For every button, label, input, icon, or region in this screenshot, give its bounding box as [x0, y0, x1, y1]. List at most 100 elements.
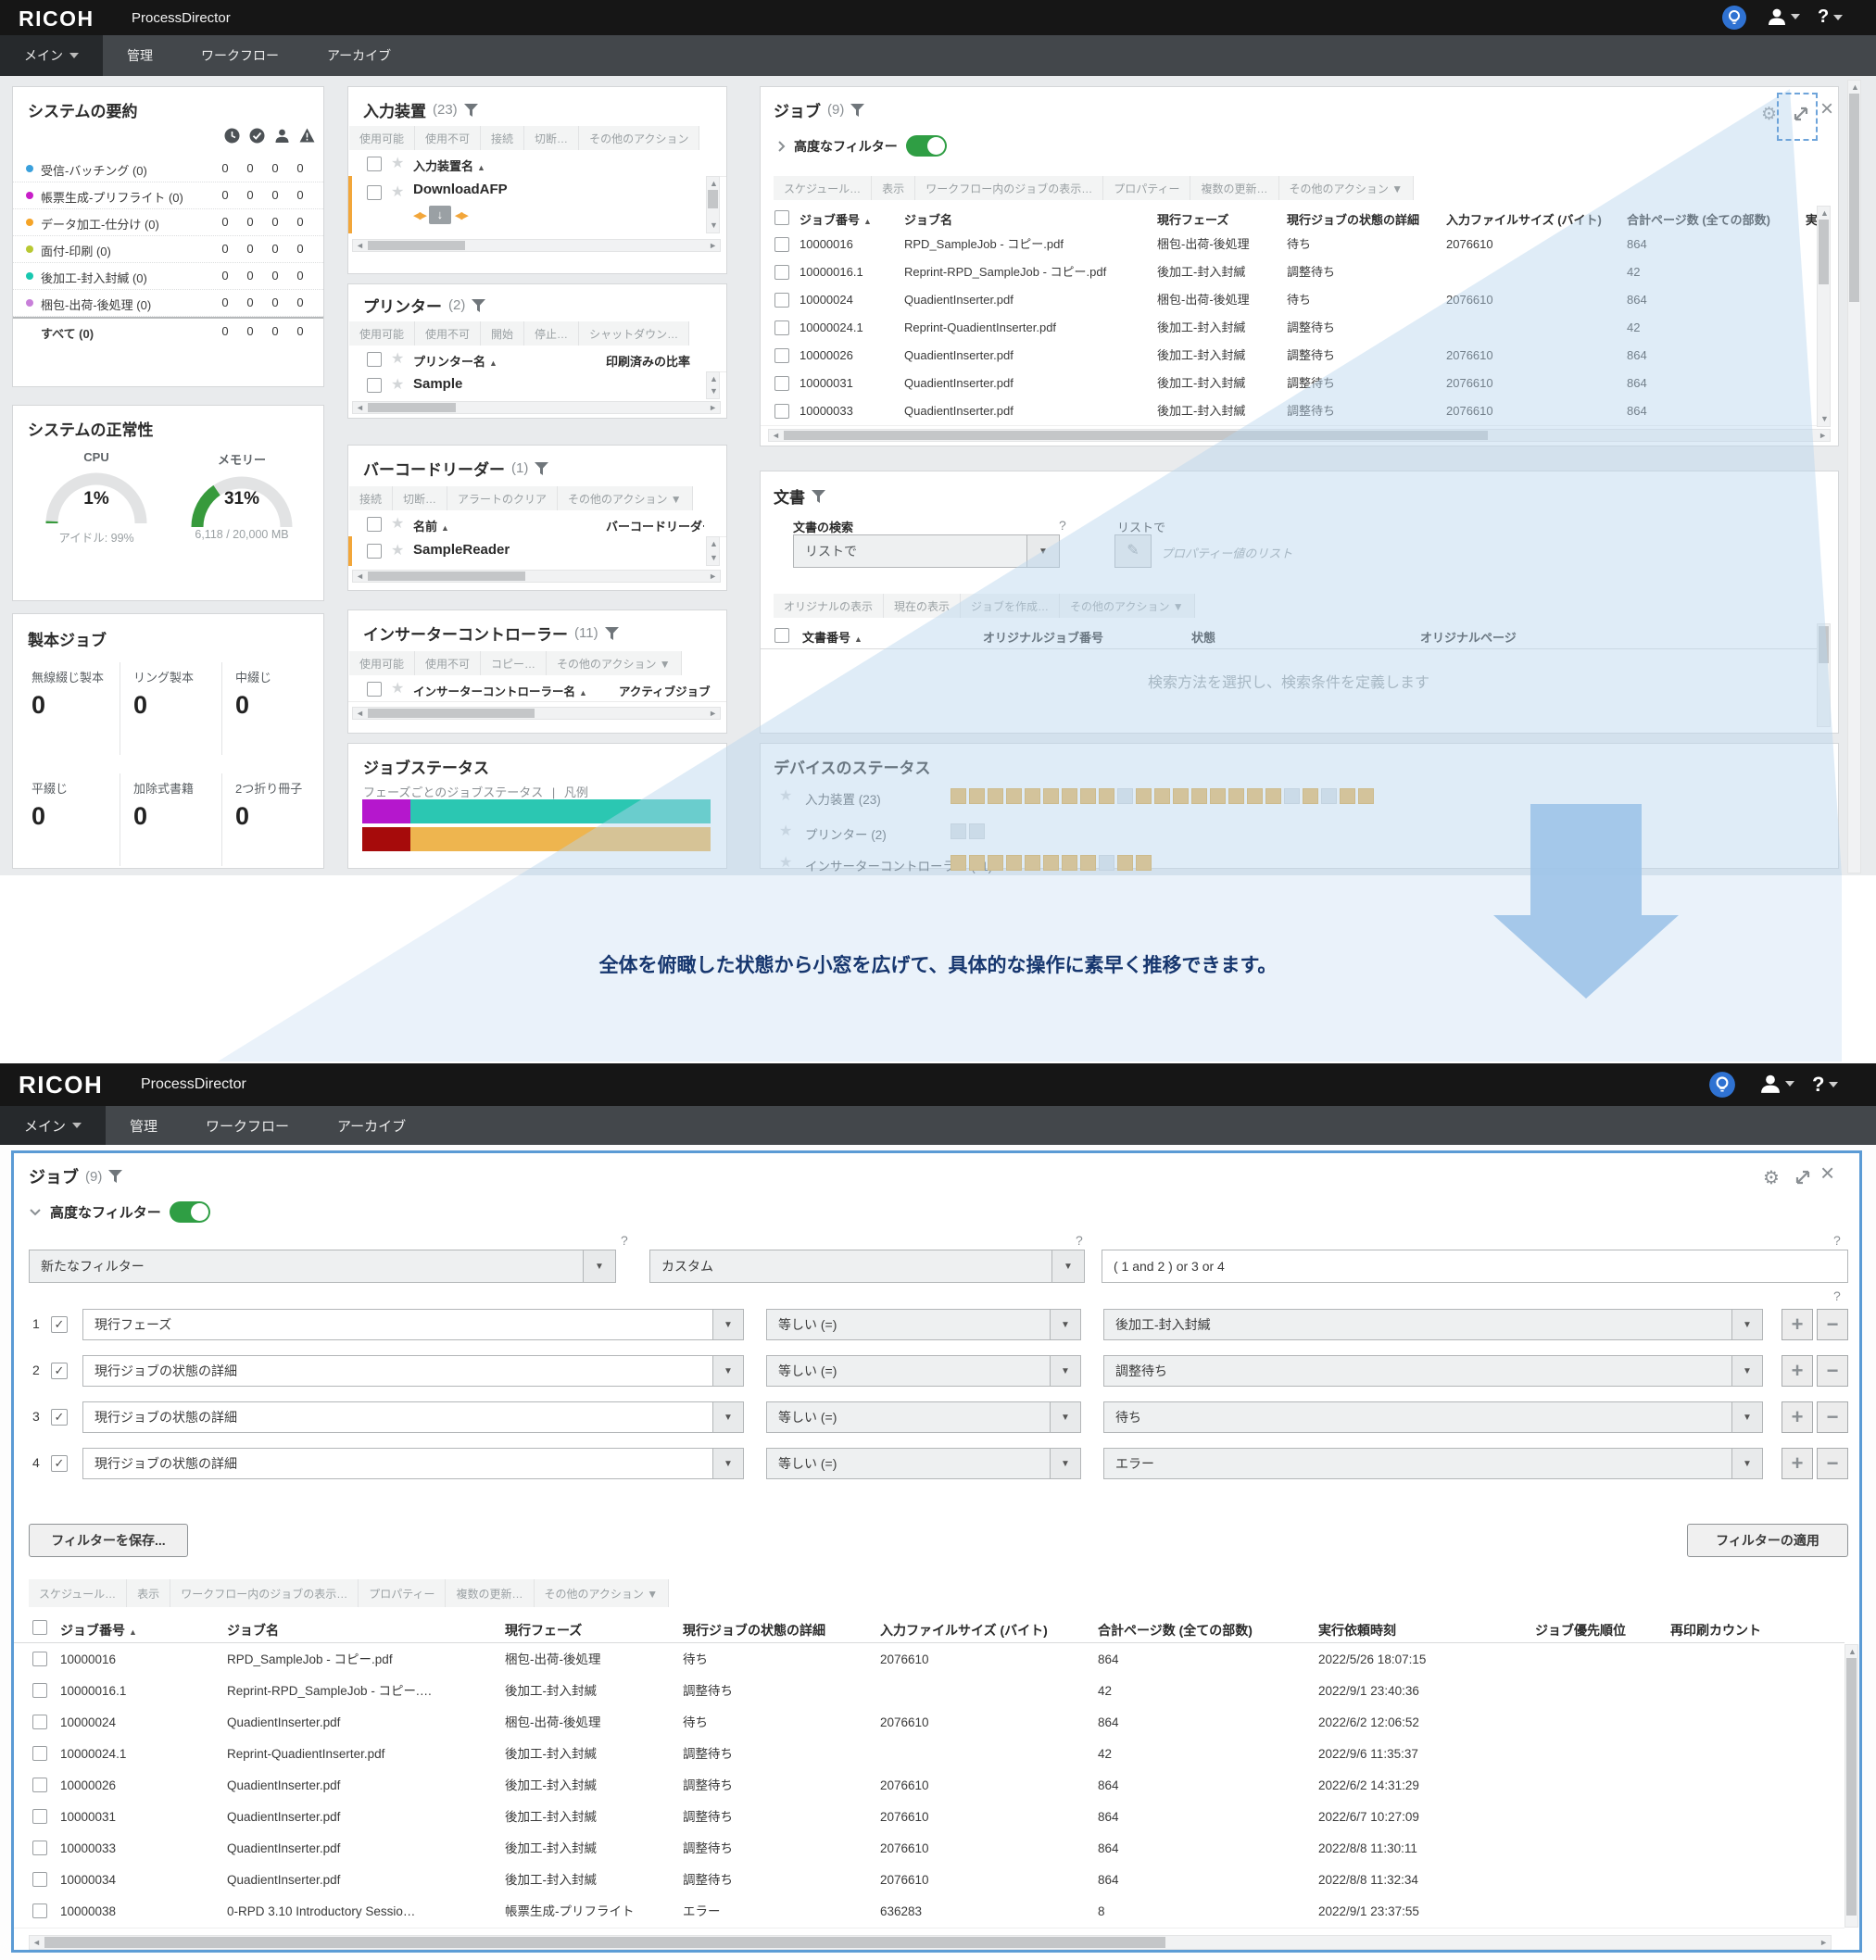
- toolbar-button[interactable]: スケジュール…: [774, 176, 872, 200]
- toolbar-button[interactable]: 表示: [872, 176, 915, 200]
- input-device-row[interactable]: ★ DownloadAFP ◀▶ ↓ ◀▶: [348, 176, 706, 233]
- toolbar-button[interactable]: 停止…: [524, 321, 579, 346]
- rule-property-select[interactable]: 現行ジョブの状態の詳細▼: [82, 1355, 744, 1387]
- filter-funnel-icon[interactable]: [464, 104, 478, 117]
- toolbar-button[interactable]: その他のアクション: [579, 126, 699, 150]
- column-header[interactable]: 入力装置名: [413, 159, 473, 173]
- device-square-active[interactable]: [969, 788, 985, 804]
- select-all-checkbox[interactable]: [32, 1620, 47, 1635]
- column-header[interactable]: 合計ページ数 (全ての部数): [1627, 210, 1770, 228]
- horizontal-scrollbar[interactable]: ◄ ►: [768, 429, 1831, 442]
- toolbar-button[interactable]: 使用可能: [349, 651, 415, 675]
- device-square-active[interactable]: [1117, 855, 1133, 871]
- column-header[interactable]: インサーターコントローラー名: [413, 685, 575, 698]
- device-square-inactive[interactable]: [1099, 855, 1114, 871]
- column-header[interactable]: 入力ファイルサイズ (バイト): [1446, 210, 1602, 228]
- system-summary-row[interactable]: 後加工-封入封緘 (0)0000: [13, 263, 323, 290]
- toolbar-button[interactable]: その他のアクション ▼: [547, 651, 682, 675]
- filter-funnel-icon[interactable]: [812, 490, 825, 503]
- system-summary-row[interactable]: データ加工-仕分け (0)0000: [13, 209, 323, 236]
- help-bulb-icon[interactable]: [1708, 1071, 1736, 1099]
- device-square-active[interactable]: [1265, 788, 1281, 804]
- advanced-filter-label[interactable]: 高度なフィルター: [794, 137, 898, 156]
- help-question-icon[interactable]: ?: [1833, 1233, 1841, 1248]
- printer-row[interactable]: ★ Sample: [348, 371, 706, 399]
- save-filter-button[interactable]: フィルターを保存...: [29, 1524, 188, 1557]
- device-square-active[interactable]: [1099, 788, 1114, 804]
- row-checkbox[interactable]: [367, 544, 382, 559]
- device-status-row[interactable]: ★入力装置 (23): [761, 786, 1838, 810]
- device-square-active[interactable]: [1228, 788, 1244, 804]
- job-row[interactable]: 10000016RPD_SampleJob - コピー.pdf梱包-出荷-後処理…: [14, 1644, 1845, 1677]
- row-checkbox[interactable]: [32, 1746, 47, 1761]
- chevron-right-icon[interactable]: [777, 140, 786, 153]
- device-square-active[interactable]: [1006, 788, 1022, 804]
- job-row[interactable]: 10000016.1Reprint-RPD_SampleJob - コピー.…後…: [14, 1676, 1845, 1708]
- favorite-star-icon[interactable]: ★: [391, 682, 404, 697]
- toolbar-button[interactable]: 使用不可: [415, 651, 481, 675]
- device-square-active[interactable]: [1080, 788, 1096, 804]
- toolbar-button[interactable]: 切断…: [393, 486, 447, 510]
- filter-funnel-icon[interactable]: [850, 104, 864, 117]
- job-row[interactable]: 10000033QuadientInserter.pdf後加工-封入封緘調整待ち…: [761, 397, 1817, 426]
- rule-value-select[interactable]: 調整待ち▼: [1103, 1355, 1763, 1387]
- device-square-active[interactable]: [951, 788, 966, 804]
- favorite-star-icon[interactable]: ★: [391, 378, 404, 393]
- favorite-star-icon[interactable]: ★: [391, 185, 404, 200]
- nav-item-2[interactable]: 管理: [103, 35, 177, 76]
- select-all-checkbox[interactable]: [774, 210, 789, 225]
- toolbar-button[interactable]: 使用不可: [415, 126, 481, 150]
- horizontal-scrollbar[interactable]: ◄ ►: [352, 707, 721, 720]
- job-row[interactable]: 10000016.1Reprint-RPD_SampleJob - コピー.pd…: [761, 258, 1817, 287]
- legend-link[interactable]: 凡例: [564, 785, 588, 799]
- close-icon[interactable]: ×: [1820, 96, 1833, 122]
- row-checkbox[interactable]: [367, 185, 382, 200]
- device-square-active[interactable]: [1043, 788, 1059, 804]
- vertical-scrollbar[interactable]: ▲: [1845, 1644, 1858, 1928]
- device-square-active[interactable]: [969, 855, 985, 871]
- input-device-name[interactable]: DownloadAFP: [413, 182, 508, 197]
- row-checkbox[interactable]: [32, 1872, 47, 1887]
- favorite-star-icon[interactable]: ★: [391, 352, 404, 367]
- device-square-active[interactable]: [1154, 788, 1170, 804]
- rule-comparison-select[interactable]: 等しい (=)▼: [766, 1355, 1081, 1387]
- user-menu-icon[interactable]: [1760, 1074, 1794, 1094]
- toolbar-button[interactable]: シャットダウン…: [579, 321, 689, 346]
- job-row[interactable]: 10000034QuadientInserter.pdf後加工-封入封緘調整待ち…: [14, 1865, 1845, 1897]
- toolbar-button[interactable]: その他のアクション ▼: [535, 1579, 670, 1607]
- rule-comparison-select[interactable]: 等しい (=)▼: [766, 1309, 1081, 1340]
- select-all-checkbox[interactable]: [367, 517, 382, 532]
- filter-funnel-icon[interactable]: [108, 1170, 122, 1183]
- column-header[interactable]: 実行依頼時刻: [1318, 1621, 1396, 1640]
- rule-comparison-select[interactable]: 等しい (=)▼: [766, 1448, 1081, 1479]
- rule-property-select[interactable]: 現行ジョブの状態の詳細▼: [82, 1401, 744, 1433]
- advanced-filter-toggle[interactable]: [906, 135, 947, 157]
- job-row[interactable]: 10000024QuadientInserter.pdf梱包-出荷-後処理待ち2…: [14, 1707, 1845, 1740]
- column-header[interactable]: 現行ジョブの状態の詳細: [1287, 210, 1419, 228]
- help-menu-icon[interactable]: ?: [1818, 6, 1843, 28]
- filter-logic-input[interactable]: ( 1 and 2 ) or 3 or 4: [1102, 1250, 1848, 1283]
- device-square-active[interactable]: [1080, 855, 1096, 871]
- device-square-inactive[interactable]: [1117, 788, 1133, 804]
- toolbar-button[interactable]: 複数の更新…: [1190, 176, 1278, 200]
- printer-name[interactable]: Sample: [413, 376, 462, 392]
- phase-status-bar[interactable]: [362, 799, 711, 823]
- vertical-scrollbar[interactable]: ▲ ▼: [706, 536, 720, 566]
- row-checkbox[interactable]: [32, 1809, 47, 1824]
- nav-item-1[interactable]: メイン: [0, 1106, 106, 1145]
- column-header[interactable]: 名前: [413, 520, 437, 534]
- toolbar-button[interactable]: アラートのクリア: [447, 486, 558, 510]
- favorite-star-icon[interactable]: ★: [779, 856, 792, 871]
- rule-checkbox[interactable]: ✓: [51, 1409, 68, 1426]
- filter-funnel-icon[interactable]: [605, 627, 619, 640]
- filter-funnel-icon[interactable]: [472, 299, 485, 312]
- add-rule-button[interactable]: +: [1782, 1448, 1813, 1479]
- add-rule-button[interactable]: +: [1782, 1401, 1813, 1433]
- toolbar-button[interactable]: コピー…: [481, 651, 547, 675]
- row-checkbox[interactable]: [32, 1652, 47, 1666]
- device-square-inactive[interactable]: [1284, 788, 1300, 804]
- row-checkbox[interactable]: [774, 348, 789, 363]
- chevron-down-icon[interactable]: [29, 1208, 42, 1216]
- expand-icon[interactable]: [1794, 1169, 1811, 1190]
- column-header[interactable]: オリジナルページ: [1420, 628, 1517, 646]
